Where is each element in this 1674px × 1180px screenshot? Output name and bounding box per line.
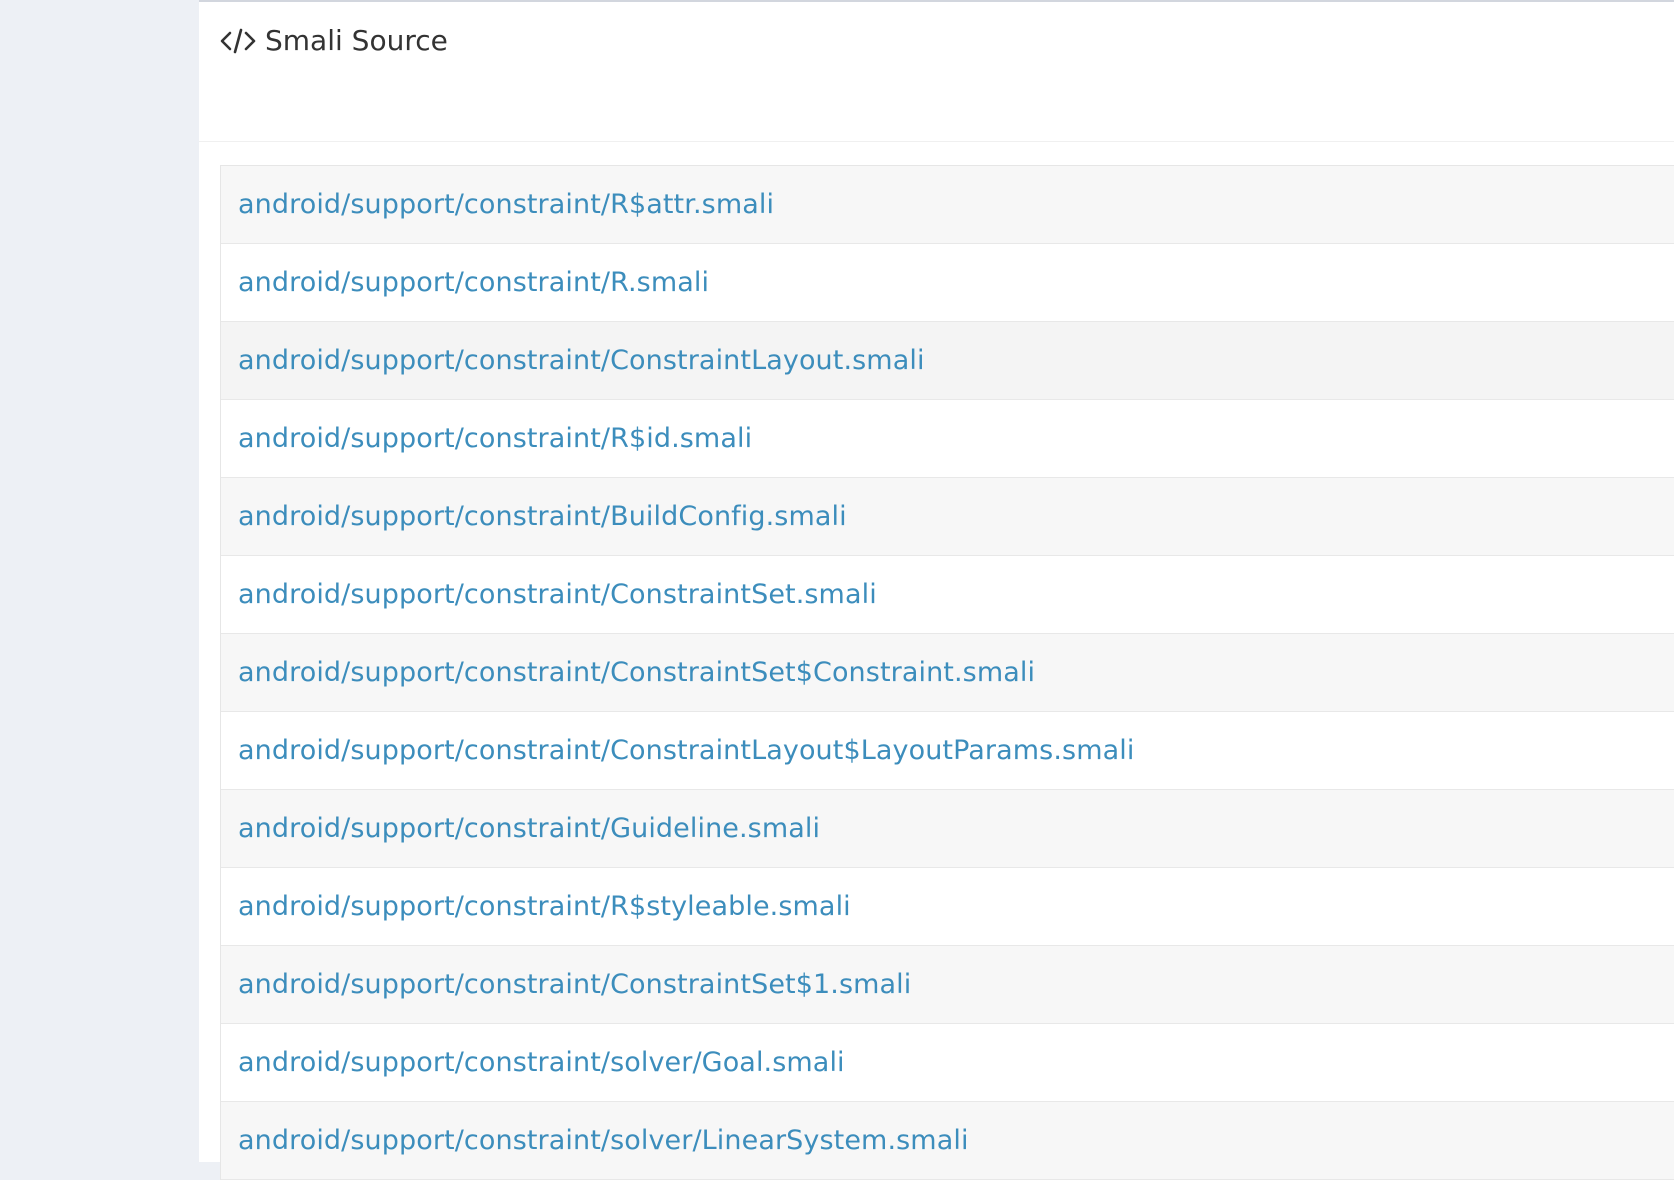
list-item: android/support/constraint/R.smali bbox=[221, 244, 1674, 322]
code-icon bbox=[219, 26, 257, 56]
list-item: android/support/constraint/R$attr.smali bbox=[221, 166, 1674, 244]
smali-file-link[interactable]: android/support/constraint/solver/Goal.s… bbox=[238, 1047, 845, 1078]
panel-title-text: Smali Source bbox=[265, 24, 448, 57]
smali-file-link[interactable]: android/support/constraint/R$attr.smali bbox=[238, 189, 774, 220]
smali-file-link[interactable]: android/support/constraint/ConstraintSet… bbox=[238, 579, 877, 610]
smali-file-link[interactable]: android/support/constraint/ConstraintLay… bbox=[238, 345, 925, 376]
smali-source-panel: Smali Source android/support/constraint/… bbox=[199, 0, 1674, 1180]
list-item: android/support/constraint/solver/Linear… bbox=[221, 1102, 1674, 1180]
list-item: android/support/constraint/R$id.smali bbox=[221, 400, 1674, 478]
sidebar-background bbox=[0, 0, 199, 1162]
list-item: android/support/constraint/ConstraintSet… bbox=[221, 634, 1674, 712]
list-item: android/support/constraint/ConstraintLay… bbox=[221, 712, 1674, 790]
list-item: android/support/constraint/solver/Goal.s… bbox=[221, 1024, 1674, 1102]
smali-file-link[interactable]: android/support/constraint/Guideline.sma… bbox=[238, 813, 820, 844]
smali-file-link[interactable]: android/support/constraint/R$styleable.s… bbox=[238, 891, 851, 922]
list-item: android/support/constraint/ConstraintSet… bbox=[221, 556, 1674, 634]
smali-file-link[interactable]: android/support/constraint/R.smali bbox=[238, 267, 709, 298]
panel-header: Smali Source bbox=[199, 2, 1674, 142]
list-item: android/support/constraint/ConstraintSet… bbox=[221, 946, 1674, 1024]
list-item: android/support/constraint/ConstraintLay… bbox=[221, 322, 1674, 400]
smali-file-link[interactable]: android/support/constraint/ConstraintSet… bbox=[238, 969, 911, 1000]
panel-title: Smali Source bbox=[219, 24, 448, 57]
list-item: android/support/constraint/Guideline.sma… bbox=[221, 790, 1674, 868]
smali-file-link[interactable]: android/support/constraint/BuildConfig.s… bbox=[238, 501, 847, 532]
smali-file-link[interactable]: android/support/constraint/ConstraintSet… bbox=[238, 657, 1035, 688]
list-item: android/support/constraint/BuildConfig.s… bbox=[221, 478, 1674, 556]
smali-file-list: android/support/constraint/R$attr.smali a… bbox=[220, 165, 1674, 1180]
smali-file-link[interactable]: android/support/constraint/R$id.smali bbox=[238, 423, 752, 454]
smali-file-link[interactable]: android/support/constraint/solver/Linear… bbox=[238, 1125, 969, 1156]
smali-file-link[interactable]: android/support/constraint/ConstraintLay… bbox=[238, 735, 1134, 766]
list-item: android/support/constraint/R$styleable.s… bbox=[221, 868, 1674, 946]
